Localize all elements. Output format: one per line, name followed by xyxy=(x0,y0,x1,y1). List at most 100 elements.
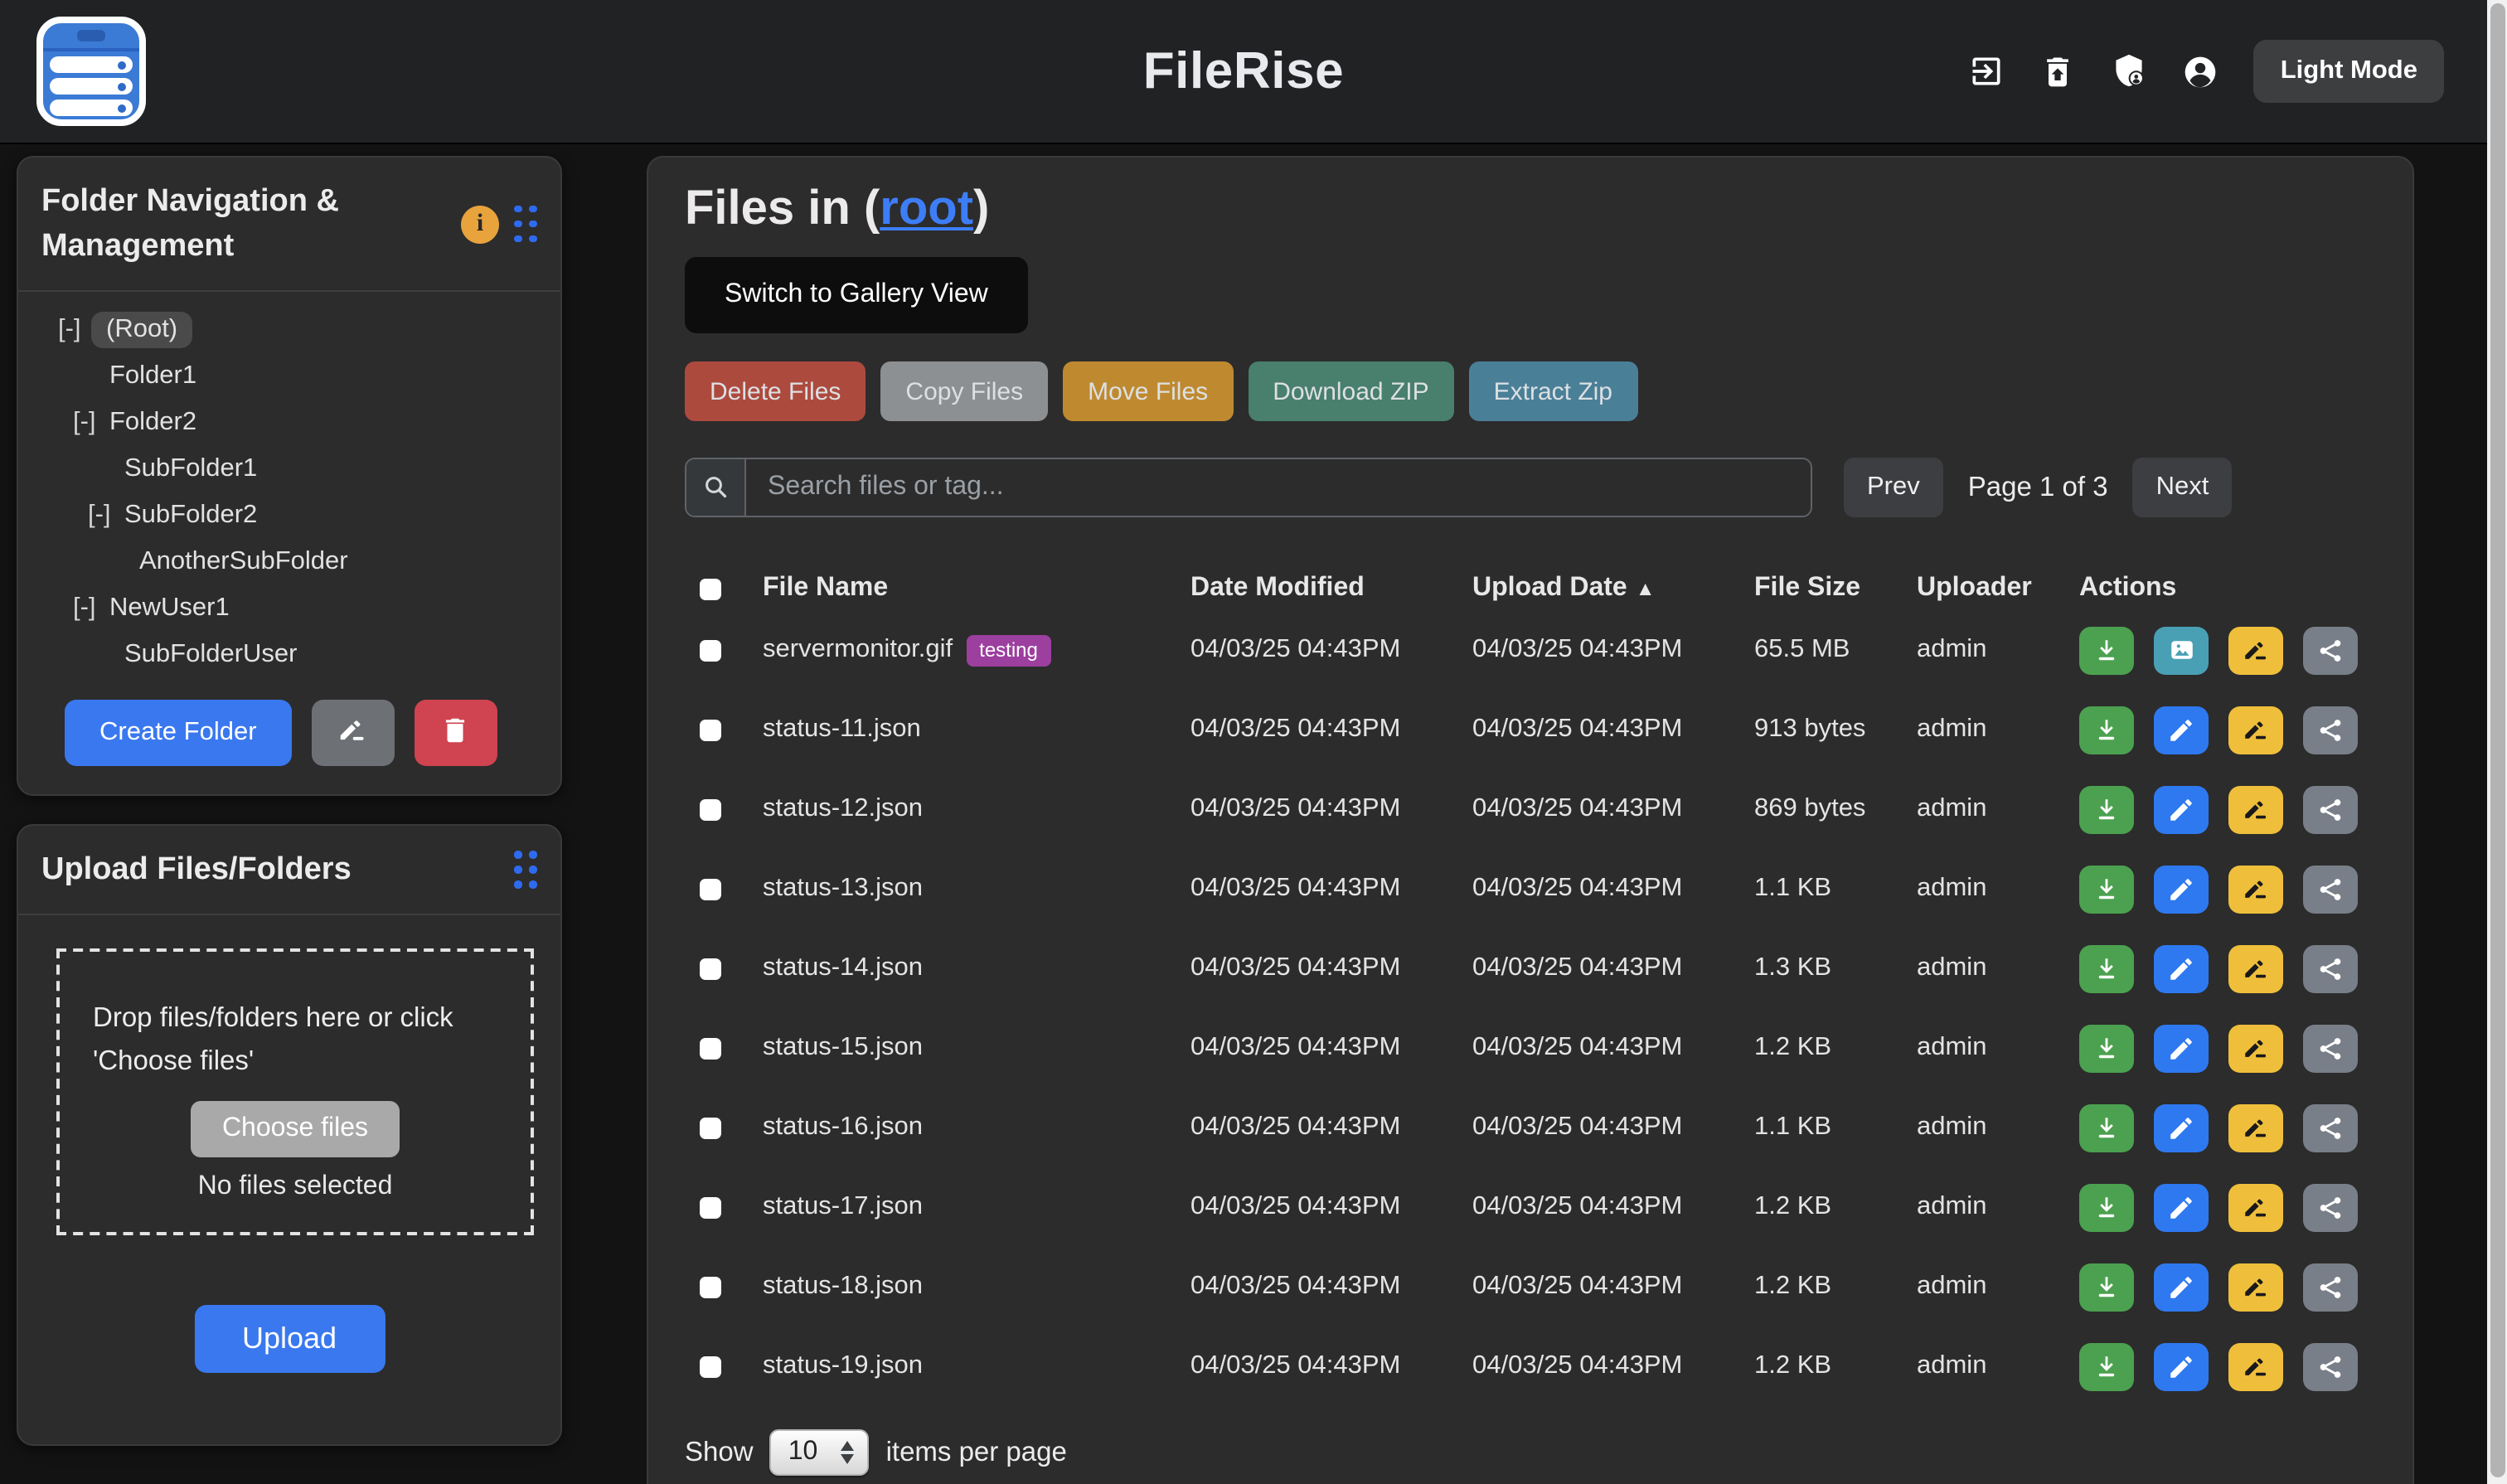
tree-toggle[interactable]: [-] xyxy=(88,501,121,531)
edit-file-button[interactable] xyxy=(2154,1263,2209,1311)
items-per-page-select[interactable]: 10 xyxy=(770,1429,870,1476)
folder-label[interactable]: Folder1 xyxy=(106,358,200,395)
switch-gallery-view-button[interactable]: Switch to Gallery View xyxy=(685,257,1028,333)
file-name[interactable]: status-14.json xyxy=(763,953,923,983)
file-name[interactable]: servermonitor.gif xyxy=(763,635,953,665)
row-checkbox[interactable] xyxy=(700,878,721,900)
logout-icon[interactable] xyxy=(1969,53,2005,90)
light-mode-button[interactable]: Light Mode xyxy=(2254,40,2444,103)
info-icon[interactable]: i xyxy=(461,205,499,243)
prev-page-button[interactable]: Prev xyxy=(1844,458,1943,517)
rename-file-button[interactable] xyxy=(2228,1024,2283,1072)
row-checkbox[interactable] xyxy=(700,1355,721,1377)
download-file-button[interactable] xyxy=(2079,865,2134,913)
folder-label[interactable]: SubFolder1 xyxy=(121,451,260,487)
header-file-size[interactable]: File Size xyxy=(1754,574,1917,604)
file-name[interactable]: status-16.json xyxy=(763,1113,923,1142)
download-zip-button[interactable]: Download ZIP xyxy=(1248,361,1453,421)
download-file-button[interactable] xyxy=(2079,706,2134,754)
row-checkbox[interactable] xyxy=(700,958,721,979)
drag-handle-icon[interactable] xyxy=(514,851,537,889)
download-file-button[interactable] xyxy=(2079,1183,2134,1231)
rename-file-button[interactable] xyxy=(2228,1263,2283,1311)
share-file-button[interactable] xyxy=(2303,626,2358,674)
share-file-button[interactable] xyxy=(2303,785,2358,833)
folder-tree-item[interactable]: SubFolderUser xyxy=(18,632,560,678)
extract-zip-button[interactable]: Extract Zip xyxy=(1469,361,1637,421)
file-dropzone[interactable]: Drop files/folders here or click 'Choose… xyxy=(56,948,534,1235)
search-input[interactable] xyxy=(746,459,1811,516)
rename-file-button[interactable] xyxy=(2228,785,2283,833)
share-file-button[interactable] xyxy=(2303,1183,2358,1231)
folder-tree-item[interactable]: [-] Folder2 xyxy=(18,400,560,446)
delete-files-button[interactable]: Delete Files xyxy=(685,361,866,421)
rename-file-button[interactable] xyxy=(2228,1342,2283,1390)
delete-folder-button[interactable] xyxy=(415,700,497,766)
next-page-button[interactable]: Next xyxy=(2133,458,2233,517)
download-file-button[interactable] xyxy=(2079,785,2134,833)
share-file-button[interactable] xyxy=(2303,1263,2358,1311)
share-file-button[interactable] xyxy=(2303,1103,2358,1152)
account-circle-icon[interactable] xyxy=(2183,53,2219,90)
row-checkbox[interactable] xyxy=(700,639,721,661)
tree-toggle[interactable]: [-] xyxy=(73,594,106,623)
share-file-button[interactable] xyxy=(2303,706,2358,754)
file-name[interactable]: status-17.json xyxy=(763,1192,923,1222)
edit-file-button[interactable] xyxy=(2154,865,2209,913)
file-name[interactable]: status-11.json xyxy=(763,715,921,744)
tree-toggle[interactable]: [-] xyxy=(73,408,106,438)
restore-from-trash-icon[interactable] xyxy=(2040,53,2077,90)
copy-files-button[interactable]: Copy Files xyxy=(880,361,1048,421)
edit-file-button[interactable] xyxy=(2154,1183,2209,1231)
share-file-button[interactable] xyxy=(2303,1342,2358,1390)
file-name[interactable]: status-15.json xyxy=(763,1033,923,1063)
folder-tree-item[interactable]: SubFolder1 xyxy=(18,446,560,492)
drag-handle-icon[interactable] xyxy=(514,205,537,243)
row-checkbox[interactable] xyxy=(700,1037,721,1059)
choose-files-button[interactable]: Choose files xyxy=(191,1101,400,1157)
folder-label[interactable]: Folder2 xyxy=(106,405,200,441)
share-file-button[interactable] xyxy=(2303,944,2358,992)
file-name[interactable]: status-18.json xyxy=(763,1272,923,1302)
edit-file-button[interactable] xyxy=(2154,706,2209,754)
folder-label[interactable]: (Root) xyxy=(91,312,192,348)
row-checkbox[interactable] xyxy=(700,719,721,740)
rename-folder-button[interactable] xyxy=(312,700,395,766)
root-folder-link[interactable]: root xyxy=(880,182,973,235)
upload-button[interactable]: Upload xyxy=(194,1305,385,1373)
folder-label[interactable]: NewUser1 xyxy=(106,590,233,627)
admin-shield-icon[interactable] xyxy=(2112,53,2148,90)
create-folder-button[interactable]: Create Folder xyxy=(65,700,292,766)
scrollbar-thumb[interactable] xyxy=(2490,3,2505,1477)
folder-label[interactable]: SubFolderUser xyxy=(121,637,301,673)
rename-file-button[interactable] xyxy=(2228,1183,2283,1231)
row-checkbox[interactable] xyxy=(700,798,721,820)
header-file-name[interactable]: File Name xyxy=(763,574,1190,604)
preview-image-button[interactable] xyxy=(2154,626,2209,674)
folder-tree-item[interactable]: AnotherSubFolder xyxy=(18,539,560,585)
header-date-modified[interactable]: Date Modified xyxy=(1190,574,1472,604)
folder-tree-item[interactable]: [-] NewUser1 xyxy=(18,585,560,632)
row-checkbox[interactable] xyxy=(700,1117,721,1138)
select-all-checkbox[interactable] xyxy=(700,578,721,599)
share-file-button[interactable] xyxy=(2303,1024,2358,1072)
file-name[interactable]: status-12.json xyxy=(763,794,923,824)
edit-file-button[interactable] xyxy=(2154,1342,2209,1390)
rename-file-button[interactable] xyxy=(2228,706,2283,754)
rename-file-button[interactable] xyxy=(2228,1103,2283,1152)
edit-file-button[interactable] xyxy=(2154,944,2209,992)
download-file-button[interactable] xyxy=(2079,626,2134,674)
download-file-button[interactable] xyxy=(2079,1342,2134,1390)
rename-file-button[interactable] xyxy=(2228,626,2283,674)
folder-tree-item[interactable]: [-] SubFolder2 xyxy=(18,492,560,539)
download-file-button[interactable] xyxy=(2079,944,2134,992)
folder-label[interactable]: SubFolder2 xyxy=(121,497,260,534)
share-file-button[interactable] xyxy=(2303,865,2358,913)
download-file-button[interactable] xyxy=(2079,1103,2134,1152)
tree-toggle[interactable]: [-] xyxy=(58,315,91,345)
edit-file-button[interactable] xyxy=(2154,1024,2209,1072)
download-file-button[interactable] xyxy=(2079,1263,2134,1311)
row-checkbox[interactable] xyxy=(700,1276,721,1297)
folder-label[interactable]: AnotherSubFolder xyxy=(136,544,352,580)
edit-file-button[interactable] xyxy=(2154,785,2209,833)
